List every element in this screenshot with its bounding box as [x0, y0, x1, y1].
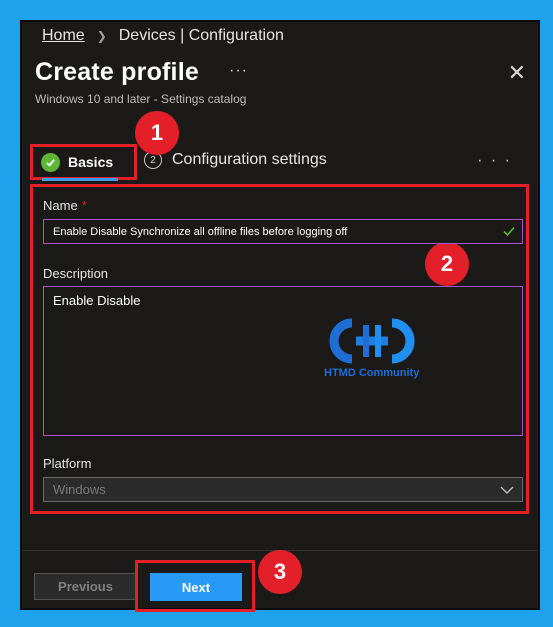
platform-select-value: Windows — [53, 482, 106, 497]
watermark-text: HTMD Community — [324, 367, 420, 379]
htmd-community-watermark: HTMD Community — [322, 315, 422, 385]
name-input-value: Enable Disable Synchronize all offline f… — [53, 225, 348, 238]
breadcrumb-home-link[interactable]: Home — [42, 27, 85, 45]
tab-configuration-label: Configuration settings — [172, 151, 327, 168]
annotation-badge-2: 2 — [425, 242, 469, 286]
required-marker: * — [81, 198, 87, 213]
name-label-text: Name — [43, 198, 78, 213]
page-subtitle: Windows 10 and later - Settings catalog — [35, 92, 247, 106]
tab-basics[interactable]: Basics — [30, 144, 137, 180]
chevron-right-icon: ❯ — [96, 29, 107, 43]
description-label: Description — [43, 266, 109, 281]
annotation-badge-1: 1 — [135, 111, 179, 155]
name-input[interactable]: Enable Disable Synchronize all offline f… — [43, 219, 523, 244]
chevron-down-icon — [500, 484, 514, 499]
breadcrumb-current[interactable]: Devices | Configuration — [119, 27, 284, 45]
page-title: Create profile — [35, 58, 199, 86]
platform-label: Platform — [43, 456, 92, 471]
title-more-icon[interactable]: ··· — [229, 62, 248, 80]
checkmark-icon — [41, 152, 60, 172]
description-textarea[interactable]: Enable Disable — [43, 286, 523, 436]
htmd-logo-icon — [329, 318, 415, 364]
name-label: Name * — [43, 198, 87, 213]
description-value: Enable Disable — [53, 293, 141, 308]
previous-button[interactable]: Previous — [34, 573, 137, 600]
create-profile-panel: Home ❯ Devices | Configuration Create pr… — [20, 20, 540, 612]
next-button[interactable]: Next — [150, 573, 242, 601]
platform-select[interactable]: Windows — [43, 477, 523, 502]
annotation-badge-3: 3 — [258, 550, 302, 594]
tab-configuration-settings[interactable]: 2 Configuration settings — [144, 151, 327, 169]
tab-basics-label: Basics — [68, 154, 114, 170]
more-options-icon[interactable]: · · · — [477, 152, 512, 170]
breadcrumb: Home ❯ Devices | Configuration — [42, 27, 284, 45]
valid-check-icon — [502, 224, 516, 241]
active-tab-indicator — [42, 178, 118, 181]
close-icon[interactable]: ✕ — [508, 60, 526, 86]
